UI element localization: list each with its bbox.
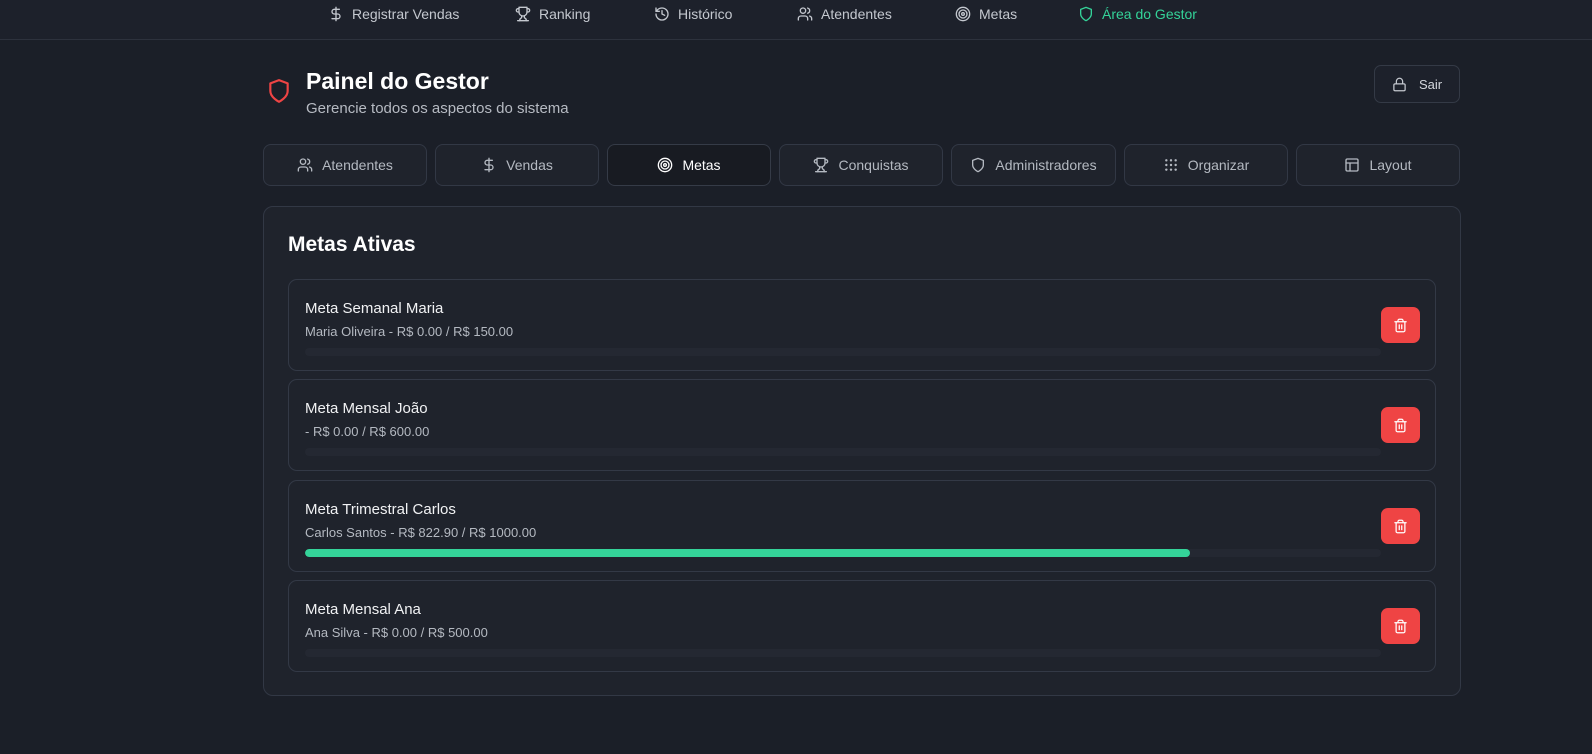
goal-item: Meta Trimestral Carlos Carlos Santos - R… bbox=[288, 480, 1436, 572]
delete-goal-button[interactable] bbox=[1381, 608, 1420, 644]
nav-atendentes[interactable]: Atendentes bbox=[797, 0, 892, 28]
tab-label: Metas bbox=[682, 157, 721, 173]
shield-icon bbox=[266, 76, 292, 106]
active-goals-card: Metas Ativas Meta Semanal Maria Maria Ol… bbox=[263, 206, 1461, 696]
goal-progress-bar bbox=[305, 549, 1381, 557]
goal-name: Meta Trimestral Carlos bbox=[305, 501, 456, 518]
goal-detail: Ana Silva - R$ 0.00 / R$ 500.00 bbox=[305, 625, 488, 640]
trophy-icon bbox=[813, 157, 829, 173]
lock-icon bbox=[1392, 77, 1407, 92]
tab-layout[interactable]: Layout bbox=[1296, 144, 1460, 186]
users-icon bbox=[297, 157, 313, 173]
tab-label: Atendentes bbox=[322, 157, 393, 173]
tab-label: Layout bbox=[1369, 157, 1412, 173]
goal-detail: Carlos Santos - R$ 822.90 / R$ 1000.00 bbox=[305, 525, 537, 540]
goal-progress-bar bbox=[305, 448, 1381, 456]
tab-administradores[interactable]: Administradores bbox=[951, 144, 1116, 186]
page-title: Painel do Gestor bbox=[306, 68, 489, 94]
goal-name: Meta Mensal Ana bbox=[305, 601, 421, 618]
goal-progress-bar bbox=[305, 649, 1381, 657]
tab-atendentes[interactable]: Atendentes bbox=[263, 144, 427, 186]
nav-area-do-gestor[interactable]: Área do Gestor bbox=[1078, 0, 1197, 28]
delete-goal-button[interactable] bbox=[1381, 508, 1420, 544]
dollar-icon bbox=[328, 6, 344, 22]
nav-label: Área do Gestor bbox=[1102, 6, 1197, 22]
delete-goal-button[interactable] bbox=[1381, 307, 1420, 343]
nav-label: Registrar Vendas bbox=[352, 6, 460, 22]
goal-name: Meta Mensal João bbox=[305, 400, 428, 417]
target-icon bbox=[657, 157, 673, 173]
nav-label: Atendentes bbox=[821, 6, 892, 22]
tab-label: Organizar bbox=[1187, 157, 1250, 173]
nav-metas[interactable]: Metas bbox=[955, 0, 1017, 28]
goal-item: Meta Mensal João - R$ 0.00 / R$ 600.00 bbox=[288, 379, 1436, 471]
layout-icon bbox=[1344, 157, 1360, 173]
delete-goal-button[interactable] bbox=[1381, 407, 1420, 443]
nav-ranking[interactable]: Ranking bbox=[515, 0, 590, 28]
goal-detail: Maria Oliveira - R$ 0.00 / R$ 150.00 bbox=[305, 324, 514, 339]
tab-conquistas[interactable]: Conquistas bbox=[779, 144, 943, 186]
logout-button[interactable]: Sair bbox=[1374, 65, 1460, 103]
tab-organizar[interactable]: Organizar bbox=[1124, 144, 1288, 186]
tab-label: Conquistas bbox=[838, 157, 909, 173]
grid-dots-icon bbox=[1163, 157, 1179, 173]
goal-progress-fill bbox=[305, 549, 1191, 557]
target-icon bbox=[955, 6, 971, 22]
goal-item: Meta Mensal Ana Ana Silva - R$ 0.00 / R$… bbox=[288, 580, 1436, 672]
top-navigation: Registrar Vendas Ranking Histórico Atend… bbox=[0, 0, 1592, 40]
nav-label: Histórico bbox=[678, 6, 733, 22]
trash-icon bbox=[1393, 418, 1408, 433]
tab-metas[interactable]: Metas bbox=[607, 144, 771, 186]
tab-label: Vendas bbox=[506, 157, 553, 173]
nav-label: Ranking bbox=[539, 6, 591, 22]
tab-vendas[interactable]: Vendas bbox=[435, 144, 599, 186]
nav-registrar-vendas[interactable]: Registrar Vendas bbox=[328, 0, 459, 28]
nav-historico[interactable]: Histórico bbox=[654, 0, 732, 28]
dollar-icon bbox=[481, 157, 497, 173]
tab-label: Administradores bbox=[995, 157, 1097, 173]
nav-label: Metas bbox=[979, 6, 1018, 22]
page-subtitle: Gerencie todos os aspectos do sistema bbox=[306, 100, 569, 117]
shield-icon bbox=[1078, 6, 1094, 22]
history-icon bbox=[654, 6, 670, 22]
section-title: Metas Ativas bbox=[288, 233, 416, 256]
goal-detail: - R$ 0.00 / R$ 600.00 bbox=[305, 424, 430, 439]
logout-label: Sair bbox=[1418, 76, 1443, 92]
goal-progress-bar bbox=[305, 348, 1381, 356]
shield-icon bbox=[970, 157, 986, 173]
users-icon bbox=[797, 6, 813, 22]
trash-icon bbox=[1393, 619, 1408, 634]
trophy-icon bbox=[515, 6, 531, 22]
goal-item: Meta Semanal Maria Maria Oliveira - R$ 0… bbox=[288, 279, 1436, 371]
goal-name: Meta Semanal Maria bbox=[305, 300, 444, 317]
trash-icon bbox=[1393, 519, 1408, 534]
trash-icon bbox=[1393, 318, 1408, 333]
